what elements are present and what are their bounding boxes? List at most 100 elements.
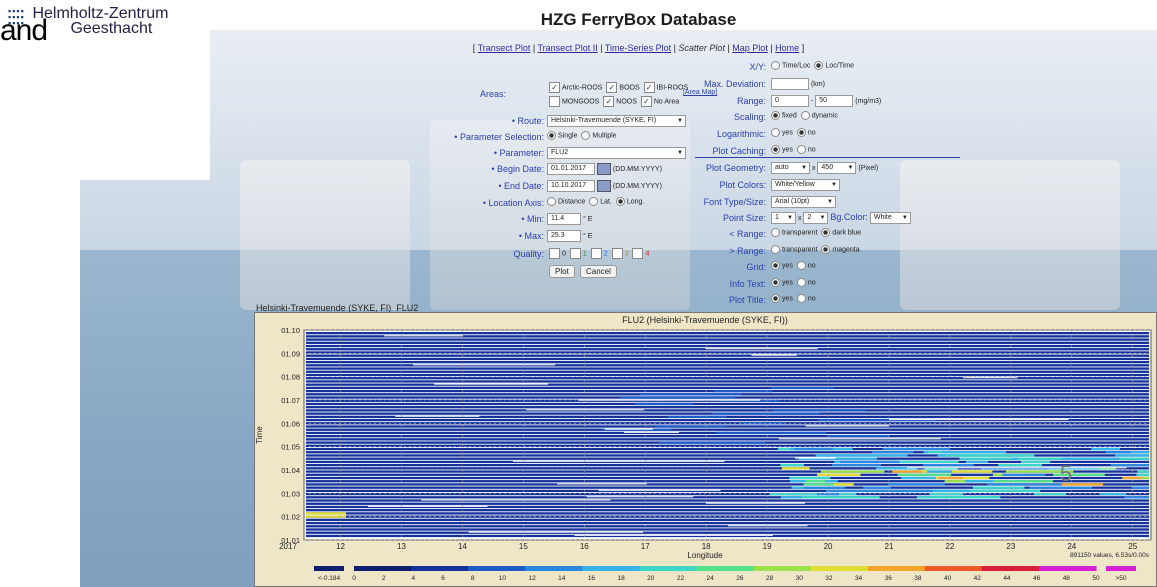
y-tick-label: 01.10	[281, 326, 300, 335]
geometry-width-select[interactable]: auto	[771, 162, 810, 174]
location-axis-group: Distance Lat. Long.	[545, 197, 644, 206]
nav-time-series-plot[interactable]: Time-Series Plot	[605, 43, 671, 53]
info-yes-radio[interactable]	[771, 278, 780, 287]
x-tick-label: 21	[885, 542, 894, 551]
cancel-button[interactable]: Cancel	[580, 265, 617, 278]
area-checkbox-no-area[interactable]: ✓	[640, 96, 652, 107]
max-input[interactable]: 25.3	[547, 230, 581, 242]
data-band	[306, 351, 1149, 354]
end-calendar-icon[interactable]	[596, 180, 611, 192]
point-size-h-select[interactable]: 2	[803, 212, 829, 225]
area-checkbox-noos[interactable]: ✓	[603, 96, 615, 107]
min-label: • Min:	[521, 214, 544, 224]
parameter-select[interactable]: FLU2	[547, 147, 686, 159]
param-multiple-radio[interactable]	[581, 131, 591, 140]
gt-range-magenta-radio[interactable]	[821, 245, 831, 254]
lt-range-darkblue-radio[interactable]	[821, 228, 831, 237]
grid-yes-radio[interactable]	[771, 261, 780, 270]
log-no-radio[interactable]	[796, 128, 806, 137]
log-yes-radio[interactable]	[771, 128, 780, 137]
grid-no-radio[interactable]	[796, 261, 806, 270]
range-max-input[interactable]: 50	[815, 95, 854, 107]
begin-calendar-icon[interactable]	[596, 163, 611, 175]
xy-label: X/Y:	[749, 62, 766, 72]
nav-transect-plot-2[interactable]: Transect Plot II	[538, 43, 598, 53]
info-no-radio[interactable]	[796, 278, 806, 287]
plot-button[interactable]: Plot	[549, 265, 575, 278]
colorbar-tick-label: 36	[885, 575, 893, 582]
xy-time-loc-radio[interactable]	[771, 61, 780, 70]
y-tick-label: 01.08	[281, 373, 300, 382]
data-segment	[306, 512, 346, 515]
colorbar-segment	[924, 566, 983, 571]
data-gap	[778, 438, 941, 440]
quality-0-checkbox[interactable]	[549, 248, 560, 259]
data-gap	[705, 348, 818, 350]
x-tick-label: 23	[1006, 542, 1015, 551]
end-date-input[interactable]: 10.10.2017	[547, 180, 595, 192]
gt-range-transparent-radio[interactable]	[771, 245, 780, 254]
min-input[interactable]: 11.4	[547, 213, 581, 225]
route-select[interactable]: Helsinki-Travemuende (SYKE, FI)	[547, 115, 686, 127]
title-yes-radio[interactable]	[771, 294, 780, 303]
data-band	[306, 422, 1149, 425]
data-gap	[623, 431, 679, 433]
data-band	[306, 435, 1149, 438]
quality-4-checkbox[interactable]	[632, 248, 644, 259]
point-size-w-select[interactable]: 1	[771, 212, 796, 225]
loc-long-radio[interactable]	[615, 197, 625, 206]
area-checkbox-mongoos[interactable]	[549, 96, 560, 107]
data-segment	[713, 389, 773, 393]
scaling-label: Scaling:	[733, 112, 766, 122]
area-checkbox-boos[interactable]: ✓	[606, 82, 618, 93]
lt-range-transparent-radio[interactable]	[771, 228, 780, 237]
data-band	[306, 447, 1149, 451]
info-text-label: Info Text:	[729, 279, 766, 289]
data-gap	[598, 489, 721, 491]
location-axis-label: • Location Axis:	[482, 198, 544, 208]
area-checkbox-arctic-roos[interactable]: ✓	[549, 82, 560, 93]
scaling-fixed-radio[interactable]	[771, 111, 780, 120]
xy-loc-time-radio[interactable]	[814, 61, 824, 70]
data-segment	[711, 412, 820, 415]
caching-yes-radio[interactable]	[771, 145, 780, 154]
title-no-radio[interactable]	[796, 294, 806, 303]
area-checkbox-ibi-roos[interactable]: ✓	[643, 82, 655, 93]
nav-home[interactable]: Home	[775, 43, 799, 53]
scaling-dynamic-radio[interactable]	[800, 111, 810, 120]
loc-distance-radio[interactable]	[547, 197, 556, 206]
data-band	[306, 438, 1149, 441]
point-size-label: Point Size:	[722, 213, 766, 223]
caching-no-radio[interactable]	[796, 145, 806, 154]
colorbar-over	[1106, 566, 1136, 571]
colorbar-segment	[867, 566, 926, 571]
data-segment	[817, 473, 861, 476]
range-min-input[interactable]: 0	[771, 95, 809, 107]
geometry-height-select[interactable]: 450	[817, 162, 857, 174]
max-deviation-input[interactable]	[771, 78, 809, 90]
quality-3-checkbox[interactable]	[611, 248, 623, 259]
nav-transect-plot[interactable]: Transect Plot	[478, 43, 531, 53]
nav-scatter-plot-current: Scatter Plot	[678, 43, 725, 53]
data-segment	[1131, 486, 1149, 489]
loc-lat-radio[interactable]	[589, 197, 599, 206]
bg-color-label: Bg.Color:	[830, 212, 868, 222]
y-tick-label: 01.04	[281, 466, 300, 475]
data-band	[306, 509, 1149, 512]
data-gap	[963, 377, 1018, 379]
areas-row-1: ✓ Arctic-ROOS ✓ BOOS ✓ IBI-ROOS	[547, 82, 688, 93]
data-band	[306, 444, 1149, 447]
nav-map-plot[interactable]: Map Plot	[732, 43, 768, 53]
param-single-radio[interactable]	[547, 131, 556, 140]
area-map-link[interactable]: [Area Map]	[683, 89, 717, 96]
data-segment	[1110, 463, 1149, 467]
font-type-select[interactable]: Arial (10pt)	[771, 196, 836, 208]
begin-date-input[interactable]: 01.01.2017	[547, 163, 595, 175]
colorbar-tick-label: 22	[677, 575, 685, 582]
plot-colors-select[interactable]: White/Yellow	[771, 179, 840, 191]
colorbar-tick-label: 34	[855, 575, 863, 582]
quality-1-checkbox[interactable]	[569, 248, 581, 259]
data-band	[306, 332, 1149, 335]
bg-color-select[interactable]: White	[869, 212, 911, 225]
quality-2-checkbox[interactable]	[590, 248, 602, 259]
